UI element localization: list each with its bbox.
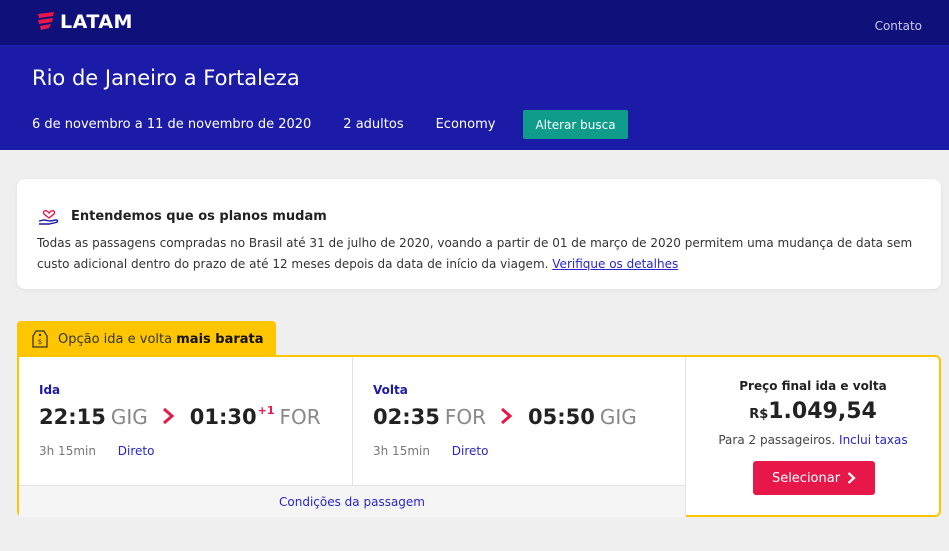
price-tag-icon: $ [32,330,48,348]
notice-title: Entendemos que os planos mudam [71,208,327,224]
search-passengers: 2 adultos [343,117,404,132]
notice-body-text: Todas as passagens compradas no Brasil a… [37,236,913,271]
page-title: Rio de Janeiro a Fortaleza [32,66,300,90]
flight-option-card: Ida 22:15 GIG 01:30 +1 FOR 3h 15min Dire… [17,355,941,517]
fare-conditions-link[interactable]: Condições da passagem [19,485,685,517]
outbound-times: 22:15 GIG 01:30 +1 FOR [39,404,321,429]
price-label: Preço final ida e volta [739,379,887,393]
logo-text: LATAM [60,11,133,33]
top-navigation [0,0,949,45]
select-button-label: Selecionar [771,470,841,486]
return-arrival-code: GIG [599,405,637,429]
outbound-departure-code: GIG [110,405,148,429]
heart-hand-icon [38,210,59,225]
notice-body: Todas as passagens compradas no Brasil a… [37,233,917,275]
latam-logo[interactable]: LATAM [36,11,133,33]
return-direct[interactable]: Direto [452,444,489,458]
search-cabin: Economy [435,117,496,132]
search-summary: 6 de novembro a 11 de novembro de 2020 2… [32,110,628,139]
price-panel: Preço final ida e volta R$1.049,54 Para … [685,357,939,517]
outbound-meta: 3h 15min Direto [39,444,154,458]
select-button[interactable]: Selecionar [753,461,875,495]
alter-search-button[interactable]: Alterar busca [523,110,628,139]
cheapest-option-tag: $ Opção ida e volta mais barata [17,321,276,357]
return-departure-time: 02:35 [373,405,440,429]
tag-text: Opção ida e volta mais barata [58,332,264,347]
chevron-right-icon [162,407,175,428]
price-subtext: Para 2 passageiros. Inclui taxas [686,433,940,447]
return-meta: 3h 15min Direto [373,444,488,458]
return-duration: 3h 15min [373,444,430,458]
flexibility-notice: Entendemos que os planos mudam Todas as … [17,179,941,289]
svg-text:$: $ [38,338,42,346]
chevron-right-icon [500,407,513,428]
tag-text-regular: Opção ida e volta [58,331,173,347]
price-amount: 1.049,54 [768,399,877,424]
latam-logo-icon [38,12,54,30]
return-times: 02:35 FOR 05:50 GIG [373,405,637,429]
outbound-direct[interactable]: Direto [118,444,155,458]
price-value: R$1.049,54 [686,399,940,424]
search-dates: 6 de novembro a 11 de novembro de 2020 [32,117,312,132]
return-arrival-time: 05:50 [528,405,595,429]
outbound-departure-time: 22:15 [39,405,106,429]
outbound-duration: 3h 15min [39,444,96,458]
chevron-right-icon [847,472,856,484]
outbound-label: Ida [39,383,61,397]
return-departure-code: FOR [444,405,487,429]
outbound-next-day: +1 [257,404,275,417]
outbound-arrival-time: 01:30 [189,405,257,429]
price-passengers: Para 2 passageiros. [718,433,836,447]
price-currency: R$ [749,407,769,422]
outbound-segment[interactable]: Ida 22:15 GIG 01:30 +1 FOR 3h 15min Dire… [19,357,352,485]
tag-text-bold: mais barata [176,331,264,347]
notice-header: Entendemos que os planos mudam [37,204,327,228]
outbound-arrival-code: FOR [279,405,321,429]
details-link[interactable]: Verifique os detalhes [552,257,678,271]
contato-link[interactable]: Contato [875,19,922,33]
taxes-link[interactable]: Inclui taxas [839,433,908,447]
return-segment[interactable]: Volta 02:35 FOR 05:50 GIG 3h 15min Diret… [352,357,685,485]
return-label: Volta [373,383,408,397]
